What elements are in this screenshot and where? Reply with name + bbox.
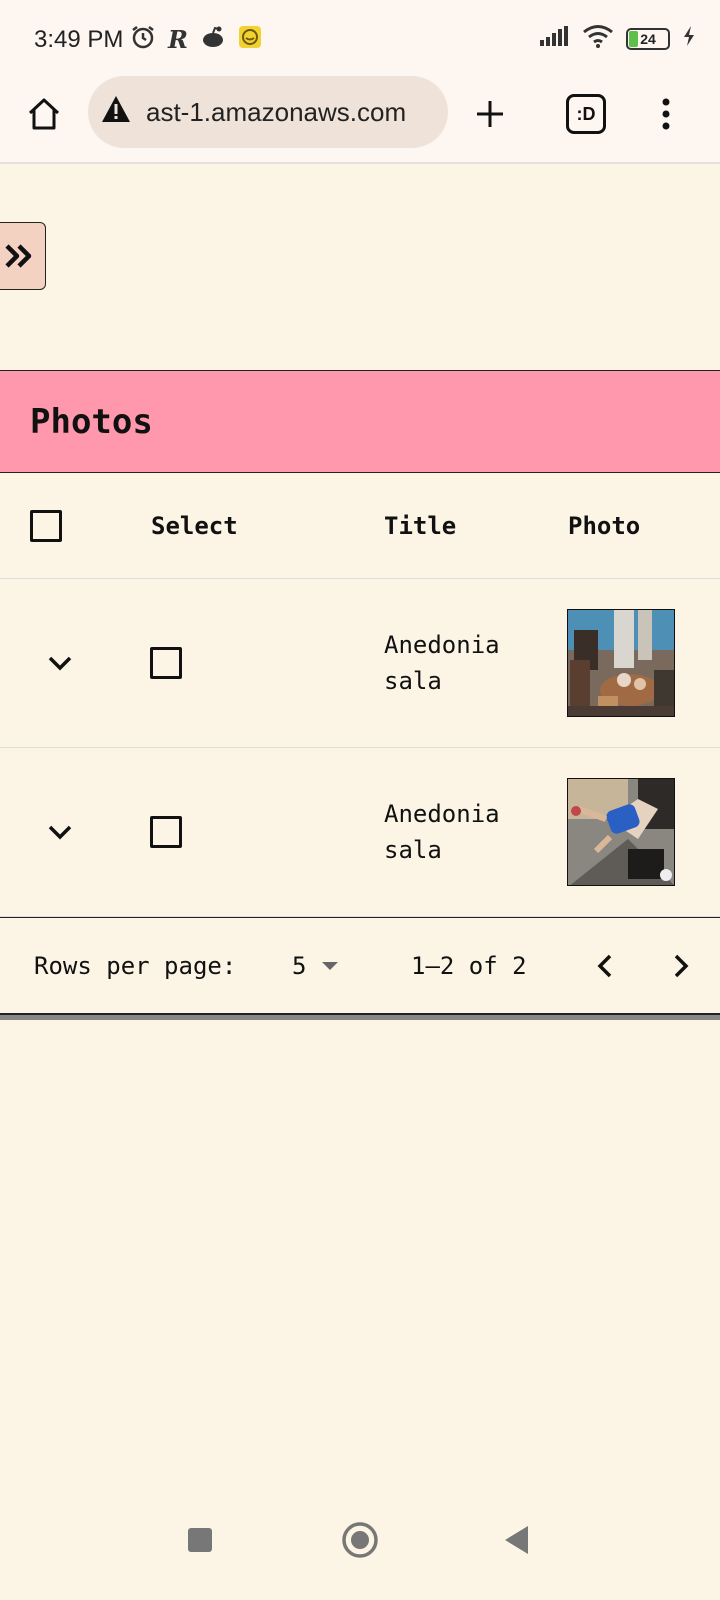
chat-app-icon xyxy=(238,25,262,54)
status-bar: 3:49 PM R 24 xyxy=(0,0,720,80)
next-page-button[interactable] xyxy=(668,918,692,1013)
photo-thumbnail[interactable] xyxy=(567,778,675,886)
notification-icons: R xyxy=(130,24,262,55)
plus-icon xyxy=(477,101,503,127)
wifi-icon xyxy=(582,24,614,53)
expand-row-button[interactable] xyxy=(46,748,74,916)
home-nav-button[interactable] xyxy=(340,1520,380,1560)
r-app-icon: R xyxy=(168,25,188,54)
previous-page-button[interactable] xyxy=(594,918,618,1013)
system-icons: 24 xyxy=(538,24,696,53)
table-header-row: Select Title Photo xyxy=(0,473,720,579)
photos-table: Photos Select Title Photo Anedonia sala xyxy=(0,370,720,1014)
select-all-checkbox[interactable] xyxy=(30,509,62,542)
recent-apps-button[interactable] xyxy=(186,1526,214,1554)
column-header-photo[interactable]: Photo xyxy=(568,473,640,578)
system-navigation-bar xyxy=(0,1500,720,1600)
double-chevron-right-icon xyxy=(5,244,32,268)
alarm-icon xyxy=(130,24,156,55)
column-header-title[interactable]: Title xyxy=(384,473,456,578)
menu-button[interactable] xyxy=(652,92,680,136)
charging-icon xyxy=(682,25,696,52)
rows-per-page-label: Rows per page: xyxy=(34,951,237,980)
chevron-right-icon xyxy=(674,954,689,977)
chevron-down-icon xyxy=(48,656,72,671)
tab-switcher-button[interactable]: :D xyxy=(566,94,606,134)
battery-level: 24 xyxy=(640,30,656,47)
circle-icon xyxy=(342,1522,378,1558)
warning-icon[interactable] xyxy=(100,94,132,131)
table-pagination: Rows per page: 5 1–2 of 2 xyxy=(0,917,720,1013)
square-icon xyxy=(188,1528,212,1552)
new-tab-button[interactable] xyxy=(468,92,512,136)
home-icon xyxy=(28,98,60,130)
table-toolbar: Photos xyxy=(0,371,720,473)
rows-per-page-value: 5 xyxy=(292,951,307,980)
triangle-back-icon xyxy=(505,1526,528,1554)
home-button[interactable] xyxy=(22,92,66,136)
table-row: Anedonia sala xyxy=(0,579,720,748)
expand-row-button[interactable] xyxy=(46,579,74,747)
address-bar[interactable]: ast-1.amazonaws.com xyxy=(88,76,448,148)
row-title: Anedonia sala xyxy=(384,631,500,695)
back-nav-button[interactable] xyxy=(500,1524,532,1556)
more-vert-icon xyxy=(662,98,670,130)
signal-icon xyxy=(538,25,570,52)
table-title: Photos xyxy=(30,401,153,442)
row-title: Anedonia sala xyxy=(384,800,500,864)
drawer-toggle-button[interactable] xyxy=(0,222,46,290)
dropdown-arrow-icon xyxy=(322,961,339,970)
chevron-down-icon xyxy=(48,825,72,840)
chevron-left-icon xyxy=(597,954,612,977)
battery-icon: 24 xyxy=(626,27,670,50)
table-bottom-divider xyxy=(0,1014,720,1020)
row-checkbox[interactable] xyxy=(150,647,182,679)
column-header-select[interactable]: Select xyxy=(151,473,238,578)
photo-thumbnail[interactable] xyxy=(567,609,675,717)
rows-per-page-select[interactable]: 5 xyxy=(292,918,340,1013)
status-time: 3:49 PM xyxy=(34,26,124,53)
url-text[interactable]: ast-1.amazonaws.com xyxy=(146,97,406,128)
reddit-icon xyxy=(200,24,226,55)
table-row: Anedonia sala xyxy=(0,748,720,917)
row-checkbox[interactable] xyxy=(150,816,182,848)
page-range: 1–2 of 2 xyxy=(411,951,527,980)
